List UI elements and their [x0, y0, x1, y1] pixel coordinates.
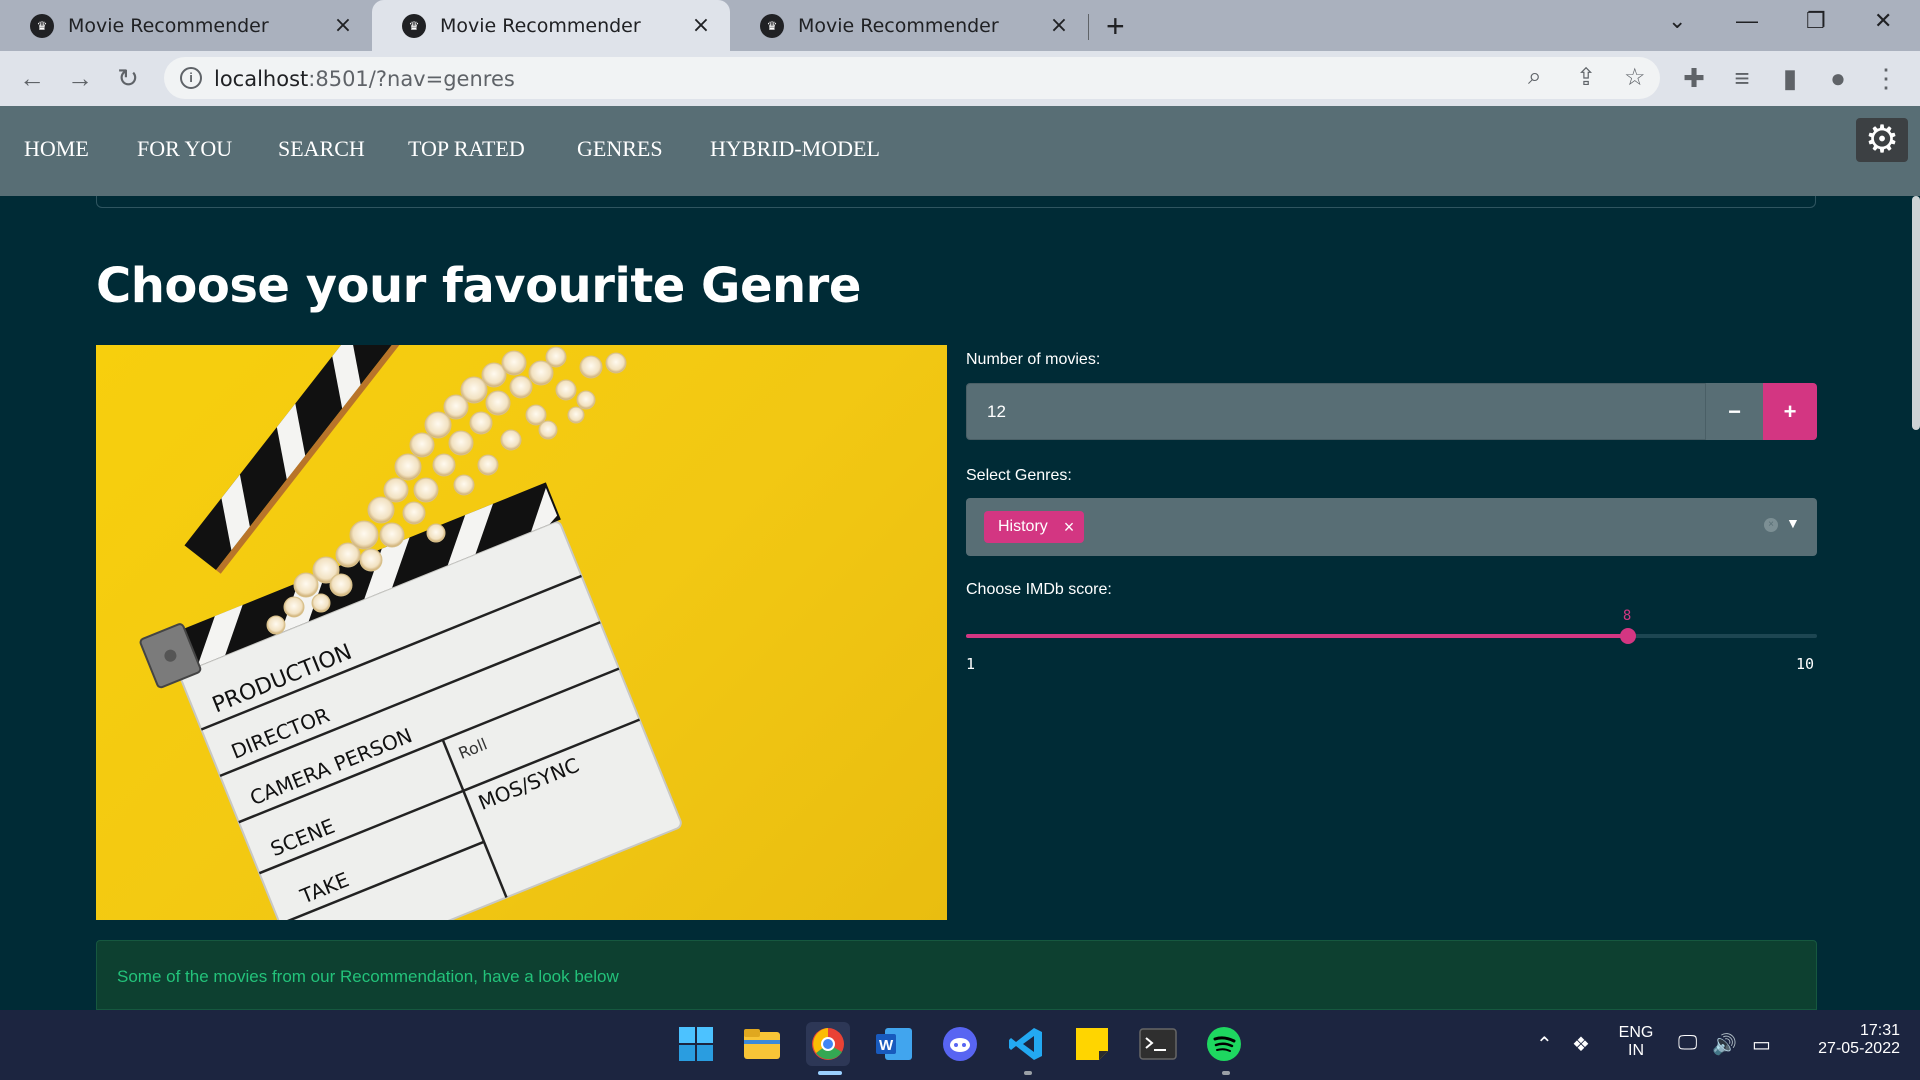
windows-taskbar: W ⌃ ❖ ENG IN 🖵 🔊 ▭ 17:31 27-05-2022 — [0, 1010, 1920, 1080]
site-info-icon[interactable]: i — [180, 67, 202, 89]
language-indicator[interactable]: ENG IN — [1614, 1024, 1658, 1060]
remove-chip-icon[interactable]: × — [1064, 517, 1075, 538]
clock-time: 17:31 — [1859, 1022, 1900, 1039]
chevron-down-icon[interactable]: ▼ — [1786, 515, 1800, 531]
reload-icon[interactable]: ↻ — [112, 63, 144, 94]
num-movies-input[interactable]: 12 — [966, 383, 1706, 440]
top-navigation: HOME FOR YOU SEARCH TOP RATED GENRES HYB… — [0, 106, 1920, 196]
terminal-icon[interactable] — [1136, 1022, 1180, 1066]
network-icon[interactable]: 🖵 — [1678, 1032, 1697, 1055]
imdb-min-label: 1 — [966, 655, 976, 673]
spotify-running-indicator — [1222, 1071, 1230, 1075]
url-text: localhost:8501/?nav=genres — [214, 67, 515, 91]
chip-label: History — [998, 518, 1048, 535]
restore-icon[interactable]: ❐ — [1806, 8, 1826, 34]
close-tab-icon[interactable]: × — [688, 13, 714, 38]
profile-avatar-icon[interactable]: ● — [1822, 63, 1854, 94]
tab-title: Movie Recommender — [798, 14, 999, 37]
clear-all-icon[interactable]: × — [1764, 518, 1778, 532]
imdb-max-label: 10 — [1796, 655, 1815, 673]
browser-tabstrip: ♛ Movie Recommender × ♛ Movie Recommende… — [0, 0, 1920, 51]
streamlit-favicon-icon: ♛ — [760, 13, 784, 38]
browser-tab-1[interactable]: ♛ Movie Recommender × — [0, 0, 372, 51]
imdb-label: Choose IMDb score: — [966, 581, 1112, 598]
increment-button[interactable]: + — [1763, 383, 1817, 440]
nav-top-rated[interactable]: TOP RATED — [408, 136, 525, 162]
nav-search[interactable]: SEARCH — [278, 136, 365, 162]
browser-tab-3[interactable]: ♛ Movie Recommender × — [730, 0, 1088, 51]
imdb-slider-thumb[interactable] — [1619, 628, 1636, 644]
settings-gear-icon[interactable]: ⚙ — [1856, 118, 1908, 162]
vscode-icon[interactable] — [1004, 1022, 1048, 1066]
extensions-icon[interactable]: ✚ — [1678, 63, 1710, 94]
previous-element-border — [96, 196, 1816, 208]
forward-icon[interactable]: → — [64, 63, 96, 94]
browser-tab-2[interactable]: ♛ Movie Recommender × — [372, 0, 730, 51]
nav-genres[interactable]: GENRES — [577, 136, 663, 162]
clock-date: 27-05-2022 — [1818, 1040, 1900, 1057]
alert-text: Some of the movies from our Recommendati… — [117, 967, 619, 986]
imdb-slider-fill — [966, 634, 1628, 638]
minimize-icon[interactable]: — — [1736, 8, 1758, 34]
genre-multiselect[interactable]: History × × ▼ — [966, 498, 1817, 556]
discord-icon[interactable] — [938, 1022, 982, 1066]
show-hidden-icons-icon[interactable]: ⌃ — [1536, 1032, 1553, 1057]
chrome-taskbar-icon[interactable] — [806, 1022, 850, 1066]
genres-label: Select Genres: — [966, 467, 1072, 484]
page-title: Choose your favourite Genre — [96, 258, 861, 314]
url-host: localhost — [214, 67, 309, 91]
streamlit-favicon-icon: ♛ — [402, 13, 426, 38]
sticky-notes-icon[interactable] — [1070, 1022, 1114, 1066]
browser-toolbar: ← → ↻ i localhost:8501/?nav=genres ⌕ ⇪ ☆… — [0, 51, 1920, 106]
zoom-icon[interactable]: ⌕ — [1528, 63, 1541, 91]
recommendation-alert: Some of the movies from our Recommendati… — [96, 940, 1817, 1010]
num-movies-label: Number of movies: — [966, 351, 1101, 368]
vscode-running-indicator — [1024, 1071, 1032, 1075]
new-tab-icon[interactable]: + — [1106, 8, 1125, 45]
nav-home[interactable]: HOME — [24, 136, 89, 162]
windows-start-icon[interactable] — [674, 1022, 718, 1066]
page-scrollbar[interactable] — [1912, 196, 1920, 430]
bookmark-star-icon[interactable]: ☆ — [1624, 63, 1646, 92]
svg-text:W: W — [879, 1037, 894, 1054]
imdb-slider-value: 8 — [1622, 608, 1632, 624]
num-movies-value: 12 — [987, 402, 1006, 421]
streamlit-favicon-icon: ♛ — [30, 13, 54, 38]
tab-title: Movie Recommender — [68, 14, 269, 37]
nav-hybrid-model[interactable]: HYBRID-MODEL — [710, 136, 880, 162]
tab-search-icon[interactable]: ⌄ — [1668, 8, 1686, 34]
decrement-button[interactable]: − — [1706, 383, 1763, 440]
close-tab-icon[interactable]: × — [1046, 13, 1072, 38]
selected-genre-chip[interactable]: History × — [984, 511, 1085, 543]
dropbox-icon[interactable]: ❖ — [1572, 1032, 1590, 1057]
clock[interactable]: 17:31 27-05-2022 — [1790, 1022, 1900, 1058]
clapperboard-illustration: PRODUCTION DIRECTOR CAMERA PERSON SCENE … — [139, 345, 682, 920]
imdb-slider-track[interactable]: 8 — [966, 608, 1817, 644]
spotify-icon[interactable] — [1202, 1022, 1246, 1066]
close-window-icon[interactable]: ✕ — [1874, 8, 1892, 34]
lang-region: IN — [1628, 1042, 1644, 1059]
tab-separator — [1088, 14, 1089, 40]
chrome-active-indicator — [818, 1071, 842, 1075]
lang-code: ENG — [1618, 1024, 1654, 1041]
genre-poster-image: PRODUCTION DIRECTOR CAMERA PERSON SCENE … — [96, 345, 947, 920]
chrome-menu-icon[interactable]: ⋮ — [1870, 63, 1902, 94]
word-icon[interactable]: W — [872, 1022, 916, 1066]
nav-for-you[interactable]: FOR YOU — [137, 136, 232, 162]
volume-icon[interactable]: 🔊 — [1712, 1032, 1737, 1057]
file-explorer-icon[interactable] — [740, 1022, 784, 1066]
share-icon[interactable]: ⇪ — [1576, 63, 1596, 92]
url-path: :8501/?nav=genres — [308, 67, 515, 91]
back-icon[interactable]: ← — [16, 63, 48, 94]
tab-title: Movie Recommender — [440, 14, 641, 37]
media-control-icon[interactable]: ≡ — [1726, 63, 1758, 94]
address-bar[interactable]: i localhost:8501/?nav=genres ⌕ ⇪ ☆ — [164, 57, 1660, 99]
close-tab-icon[interactable]: × — [330, 13, 356, 38]
side-panel-icon[interactable]: ▮ — [1774, 63, 1806, 94]
battery-icon[interactable]: ▭ — [1752, 1032, 1771, 1057]
